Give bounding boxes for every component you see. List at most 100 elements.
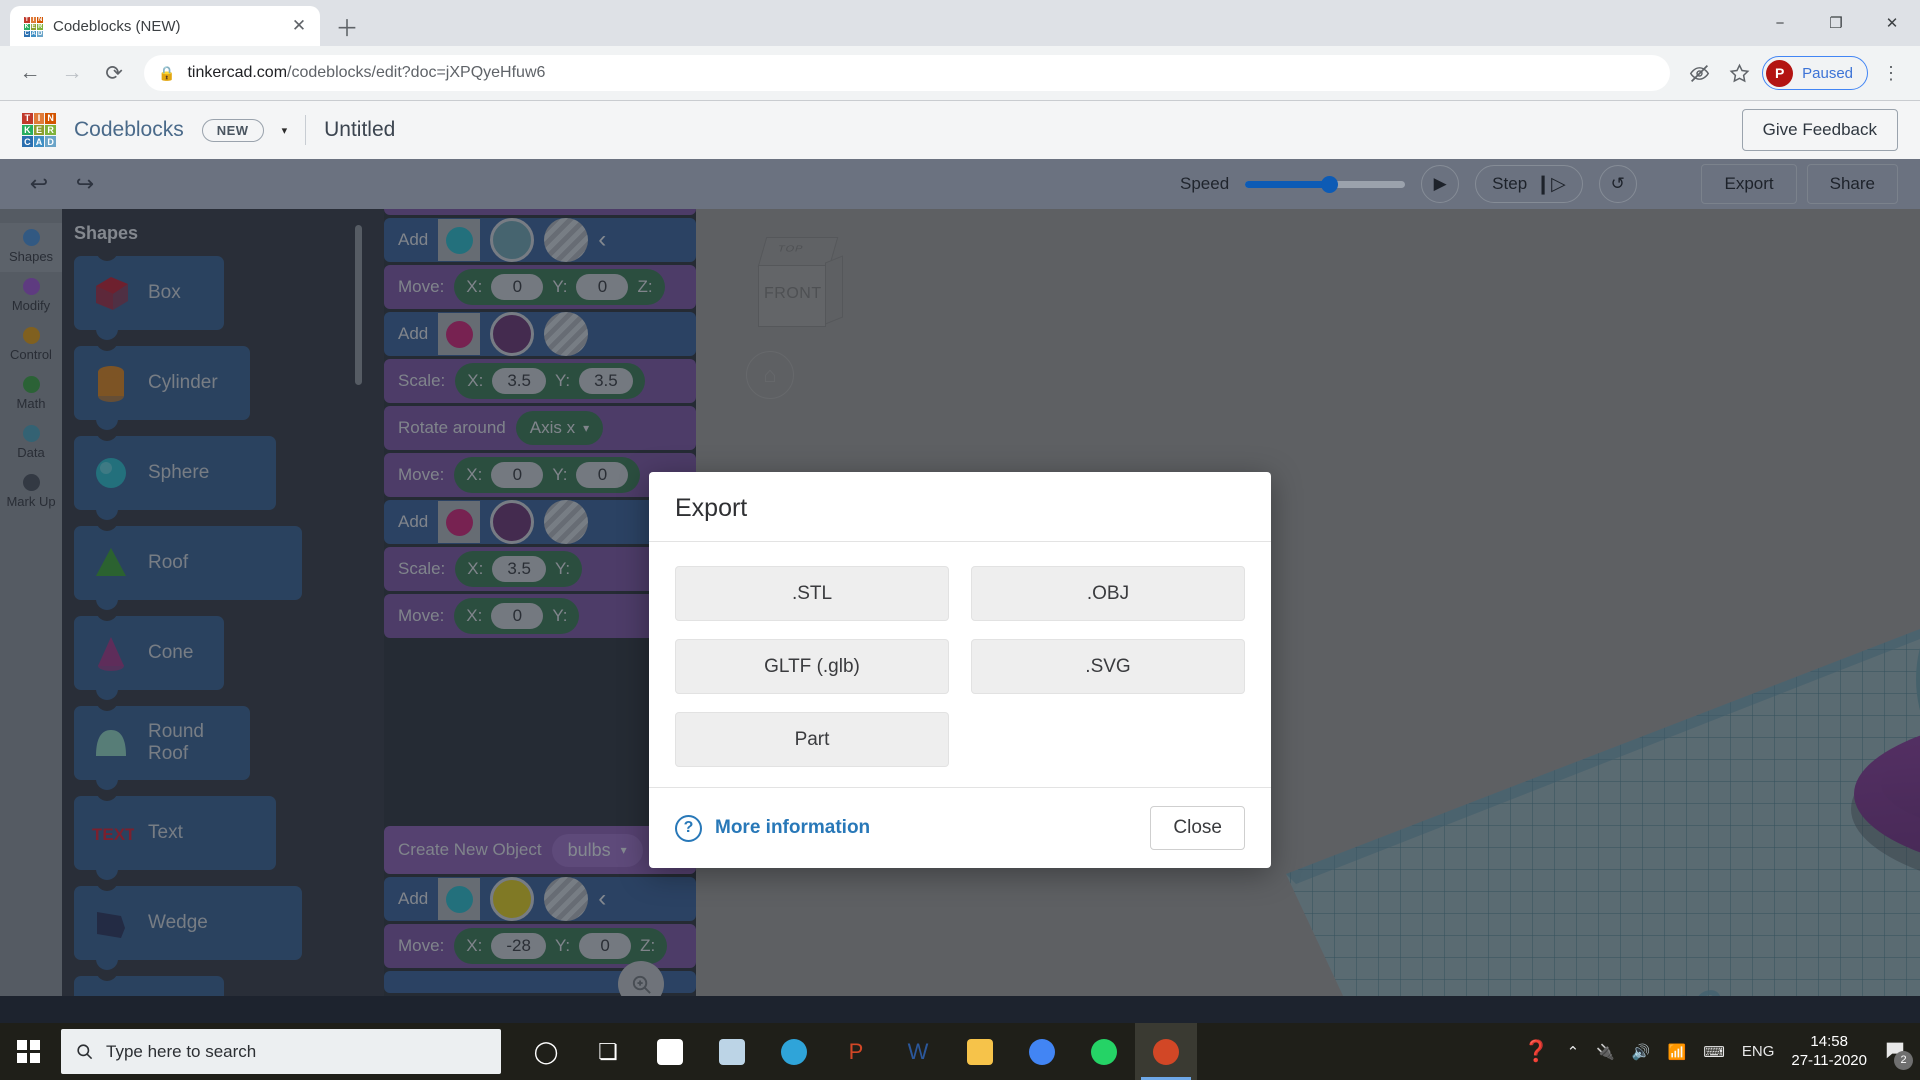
step-forward-icon: ❙▷	[1535, 173, 1566, 196]
export-button[interactable]: Export	[1701, 164, 1796, 204]
app-toolbar: ↩ ↪ Speed ▶ Step ❙▷ ↺ Export Share	[0, 159, 1920, 209]
export-format-button-svg[interactable]: .SVG	[971, 639, 1245, 694]
notepad-icon[interactable]	[701, 1023, 763, 1080]
menu-dots-icon[interactable]: ⋮	[1874, 56, 1908, 90]
chrome-icon-glyph	[1029, 1039, 1055, 1065]
chevron-down-icon[interactable]: ▾	[282, 124, 288, 137]
windows-taskbar: Type here to search ◯ ❏ P W ❓ ⌃ 🔌 🔊 📶 ⌨ ENG…	[0, 1023, 1920, 1080]
address-host: tinkercad.com	[187, 64, 287, 81]
document-name[interactable]: Untitled	[324, 118, 395, 142]
forward-button[interactable]: →	[54, 55, 90, 91]
new-tab-button[interactable]: ＋	[330, 9, 364, 43]
browser-tab-strip: TINKERCAD Codeblocks (NEW) ✕ ＋ − ❐ ✕	[0, 0, 1920, 46]
battery-charging-icon[interactable]: 🔌	[1596, 1043, 1615, 1061]
taskbar-clock[interactable]: 14:58 27-11-2020	[1791, 1033, 1867, 1071]
volume-icon[interactable]: 🔊	[1632, 1043, 1651, 1061]
browser-toolbar: ← → ⟳ 🔒 tinkercad.com/codeblocks/edit?do…	[0, 46, 1920, 101]
playback-controls: Speed ▶ Step ❙▷ ↺	[1180, 165, 1637, 203]
taskbar-apps: ◯ ❏ P W	[515, 1023, 1197, 1080]
play-button[interactable]: ▶	[1421, 165, 1459, 203]
redo-arrow-icon[interactable]: ↪	[68, 167, 102, 201]
export-modal: Export .STL .OBJ GLTF (.glb) .SVG Part ? Mor…	[649, 472, 1271, 868]
notification-icon[interactable]: 2	[1884, 1039, 1906, 1065]
profile-chip[interactable]: P Paused	[1762, 56, 1868, 90]
export-format-button-stl[interactable]: .STL	[675, 566, 949, 621]
window-close-button[interactable]: ✕	[1864, 0, 1920, 46]
word-icon-glyph: W	[908, 1039, 929, 1065]
modal-header: Export	[649, 472, 1271, 542]
give-feedback-button[interactable]: Give Feedback	[1742, 109, 1898, 151]
powerpoint-icon-glyph: P	[849, 1039, 864, 1065]
close-icon[interactable]: ✕	[288, 15, 310, 37]
help-circle-icon[interactable]: ❓	[1523, 1040, 1549, 1064]
tinkercad-app: TINKERCAD Codeblocks NEW ▾ Untitled Give…	[0, 101, 1920, 996]
app-header: TINKERCAD Codeblocks NEW ▾ Untitled Give…	[0, 101, 1920, 159]
edge-icon-glyph	[781, 1039, 807, 1065]
share-button[interactable]: Share	[1807, 164, 1898, 204]
eye-off-icon[interactable]	[1682, 56, 1716, 90]
profile-status-label: Paused	[1802, 65, 1853, 82]
whatsapp-icon[interactable]	[1073, 1023, 1135, 1080]
explorer-icon-glyph	[967, 1039, 993, 1065]
reset-icon[interactable]: ↺	[1599, 165, 1637, 203]
back-button[interactable]: ←	[12, 55, 48, 91]
maximize-button[interactable]: ❐	[1808, 0, 1864, 46]
cortana-icon-glyph: ◯	[534, 1039, 559, 1065]
powerpoint-icon[interactable]: P	[825, 1023, 887, 1080]
search-icon	[75, 1042, 94, 1061]
more-information-link[interactable]: ? More information	[675, 815, 870, 842]
address-bar[interactable]: 🔒 tinkercad.com/codeblocks/edit?doc=jXPQ…	[144, 55, 1670, 91]
more-information-label: More information	[715, 817, 870, 839]
windows-logo-icon	[17, 1040, 40, 1063]
taskview-icon-glyph: ❏	[598, 1039, 618, 1065]
taskview-icon[interactable]: ❏	[577, 1023, 639, 1080]
step-button[interactable]: Step ❙▷	[1475, 165, 1583, 203]
system-tray: ❓ ⌃ 🔌 🔊 📶 ⌨ ENG 14:58 27-11-2020 2	[1523, 1033, 1920, 1071]
wifi-icon[interactable]: 📶	[1668, 1043, 1687, 1061]
notepad-icon-glyph	[719, 1039, 745, 1065]
cortana-icon[interactable]: ◯	[515, 1023, 577, 1080]
step-label: Step	[1492, 174, 1527, 194]
star-icon[interactable]	[1722, 56, 1756, 90]
address-bar-url: tinkercad.com/codeblocks/edit?doc=jXPQye…	[187, 64, 545, 82]
speed-slider-fill	[1245, 181, 1329, 188]
export-format-button-part[interactable]: Part	[675, 712, 949, 767]
close-button[interactable]: Close	[1150, 806, 1245, 850]
browser-tab[interactable]: TINKERCAD Codeblocks (NEW) ✕	[10, 6, 320, 46]
avatar: P	[1766, 60, 1793, 87]
chrome-icon[interactable]	[1011, 1023, 1073, 1080]
chrome-ppt-icon-glyph	[1153, 1039, 1179, 1065]
language-indicator[interactable]: ENG	[1742, 1043, 1775, 1060]
chevron-up-icon[interactable]: ⌃	[1567, 1043, 1580, 1061]
keyboard-icon[interactable]: ⌨	[1703, 1043, 1725, 1061]
explorer-icon[interactable]	[949, 1023, 1011, 1080]
toolbar-right-actions: Export Share	[1701, 164, 1898, 204]
tinkercad-logo-icon: TINKERCAD	[22, 113, 56, 147]
modal-title: Export	[675, 494, 1245, 523]
minimize-button[interactable]: −	[1752, 0, 1808, 46]
taskbar-search-placeholder: Type here to search	[106, 1042, 256, 1062]
taskbar-search[interactable]: Type here to search	[61, 1029, 501, 1074]
start-button[interactable]	[0, 1023, 57, 1080]
speed-label: Speed	[1180, 174, 1229, 194]
edge-icon[interactable]	[763, 1023, 825, 1080]
clock-date: 27-11-2020	[1791, 1052, 1867, 1071]
new-badge: NEW	[202, 119, 264, 142]
undo-arrow-icon[interactable]: ↩	[22, 167, 56, 201]
modal-footer: ? More information Close	[649, 787, 1271, 868]
reload-button[interactable]: ⟳	[96, 55, 132, 91]
export-format-grid: .STL .OBJ GLTF (.glb) .SVG Part	[649, 542, 1271, 787]
dropbox-icon[interactable]	[639, 1023, 701, 1080]
question-circle-icon: ?	[675, 815, 702, 842]
speed-slider[interactable]	[1245, 181, 1405, 188]
dropbox-icon-glyph	[657, 1039, 683, 1065]
browser-tab-title: Codeblocks (NEW)	[53, 18, 278, 35]
window-controls: − ❐ ✕	[1752, 0, 1920, 46]
export-format-button-gltfglb[interactable]: GLTF (.glb)	[675, 639, 949, 694]
speed-slider-knob[interactable]	[1321, 176, 1338, 193]
header-divider	[305, 115, 306, 145]
chrome-ppt-icon[interactable]	[1135, 1023, 1197, 1080]
word-icon[interactable]: W	[887, 1023, 949, 1080]
export-format-button-obj[interactable]: .OBJ	[971, 566, 1245, 621]
address-path: /codeblocks/edit?doc=jXPQyeHfuw6	[287, 64, 545, 81]
